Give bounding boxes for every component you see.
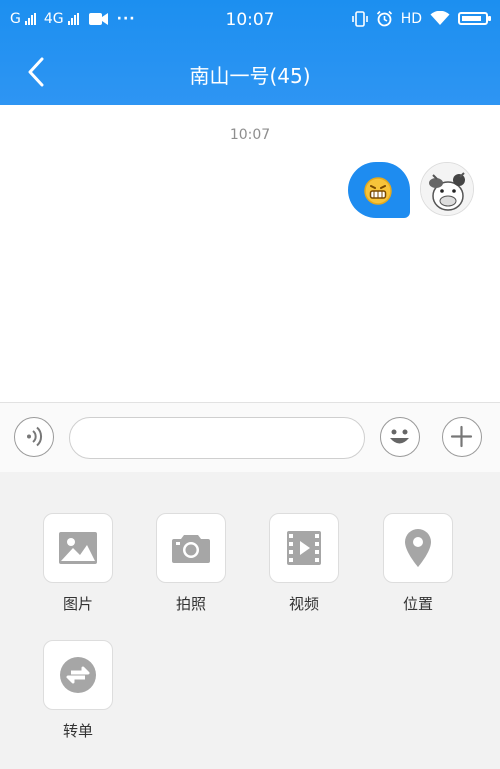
battery-icon [458, 12, 491, 25]
chat-area: 10:07 [0, 105, 500, 402]
more-button[interactable] [442, 417, 482, 457]
transfer-tile [43, 640, 113, 710]
message-timestamp: 10:07 [229, 127, 271, 143]
message-bubble[interactable] [348, 162, 410, 218]
wifi-icon [430, 11, 450, 25]
status-right: HD [351, 10, 491, 27]
camera-tile [156, 513, 226, 583]
camera-icon [172, 535, 210, 563]
status-bar: G 4G ··· 10:07 HD [0, 0, 500, 40]
plus-icon [450, 425, 473, 448]
input-bar [0, 402, 500, 473]
attach-video[interactable]: 视频 [259, 513, 349, 614]
alarm-icon [376, 10, 392, 27]
avatar[interactable] [420, 162, 474, 216]
app-header: G 4G ··· 10:07 HD 南山一号(45) [0, 0, 500, 105]
image-label: 图片 [62, 595, 93, 613]
cow-avatar-icon [421, 163, 473, 215]
location-tile [383, 513, 453, 583]
transfer-label: 转单 [62, 722, 93, 740]
attachment-panel: 图片 拍照 视频 位置 转单 [0, 472, 500, 769]
video-icon [287, 531, 321, 565]
page-title: 南山一号(45) [189, 64, 311, 88]
hd-badge: HD [400, 10, 422, 27]
location-icon [405, 529, 431, 567]
vibrate-icon [351, 10, 368, 27]
image-tile [43, 513, 113, 583]
location-label: 位置 [402, 595, 433, 613]
attach-location[interactable]: 位置 [373, 513, 463, 614]
attach-transfer[interactable]: 转单 [33, 640, 123, 741]
voice-icon [27, 426, 43, 447]
camera-label: 拍照 [175, 595, 206, 613]
video-tile [269, 513, 339, 583]
attach-camera[interactable]: 拍照 [146, 513, 236, 614]
smiley-icon [390, 429, 409, 444]
message-input[interactable] [69, 417, 365, 459]
emoji-button[interactable] [380, 417, 420, 457]
attach-image[interactable]: 图片 [33, 513, 123, 614]
image-icon [59, 532, 97, 564]
transfer-icon [60, 657, 96, 693]
video-label: 视频 [288, 595, 319, 613]
voice-button[interactable] [14, 417, 54, 457]
grin-emoji-icon [364, 177, 392, 205]
battery-level [462, 16, 481, 21]
